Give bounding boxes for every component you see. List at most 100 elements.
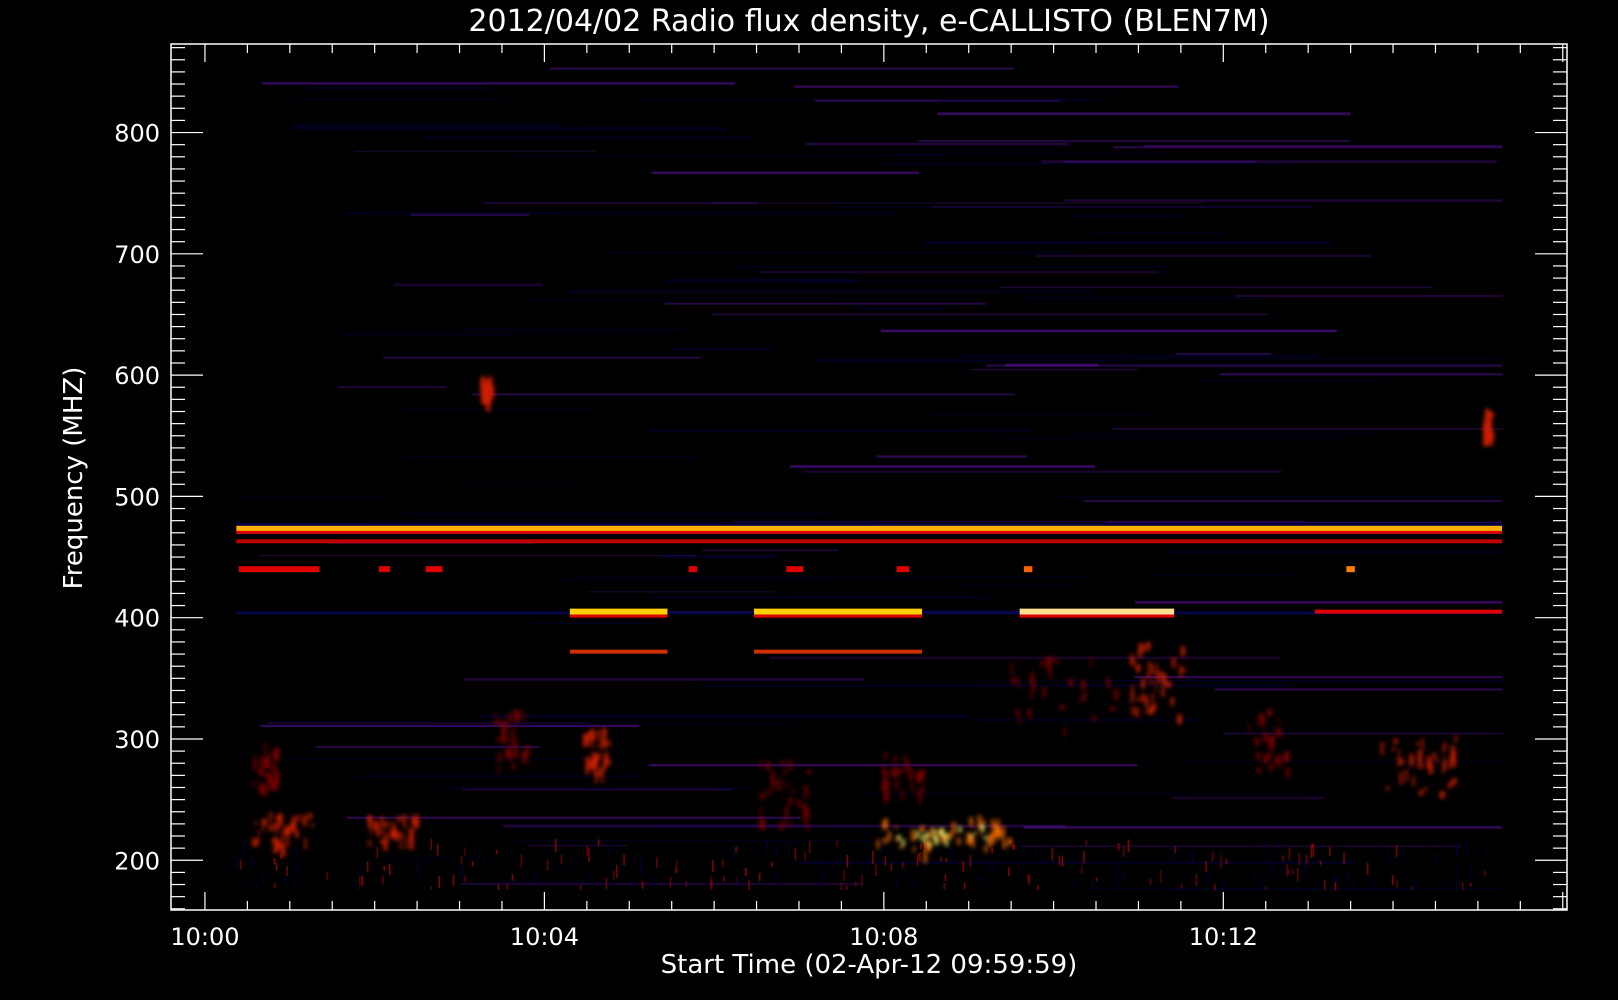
top-speckle	[246, 878, 249, 886]
top-speckle	[1334, 875, 1337, 881]
noise-streak	[463, 678, 865, 681]
burst-pixel	[497, 766, 500, 774]
top-speckle	[613, 870, 615, 880]
y-tick-label: 500	[114, 483, 160, 511]
burst-peak	[940, 827, 945, 835]
noise-streak	[262, 82, 735, 85]
noise-streak	[1022, 297, 1259, 300]
top-speckle	[669, 876, 672, 888]
noise-streak	[1071, 214, 1184, 218]
burst-pixel	[598, 743, 602, 749]
top-speckle	[1456, 844, 1459, 858]
burst-pixel	[783, 820, 788, 827]
noise-streak	[883, 162, 1291, 165]
burst-pixel	[254, 754, 257, 766]
burst-pixel	[397, 815, 402, 822]
burst-pixel	[1091, 715, 1096, 721]
burst-pixel	[783, 769, 786, 777]
top-speckle	[1395, 845, 1398, 857]
burst-pixel	[404, 837, 407, 850]
top-speckle	[376, 847, 378, 859]
top-speckle	[558, 862, 561, 869]
top-speckle	[1013, 844, 1016, 850]
burst-pixel	[1147, 646, 1150, 652]
burst-pixel	[895, 825, 898, 830]
noise-streak	[734, 265, 1170, 269]
noise-streak	[340, 333, 513, 336]
top-speckle	[1264, 852, 1267, 859]
burst-pixel	[909, 774, 913, 781]
top-speckle	[1072, 879, 1075, 890]
top-speckle	[986, 878, 988, 890]
burst-pixel	[380, 839, 384, 845]
burst-pixel	[494, 720, 498, 725]
noise-streak	[383, 357, 701, 359]
top-speckle	[1027, 874, 1030, 881]
burst-pixel	[274, 828, 279, 834]
burst-pixel	[381, 830, 386, 836]
top-speckle	[546, 859, 549, 871]
burst-pixel	[511, 727, 515, 737]
top-speckle	[286, 866, 288, 876]
interference-line	[569, 649, 668, 654]
noise-streak	[422, 136, 752, 140]
noise-streak	[400, 408, 592, 411]
top-speckle	[1180, 884, 1183, 889]
burst-peak	[958, 826, 962, 833]
top-speckle	[1051, 848, 1053, 861]
top-speckle	[1386, 850, 1388, 856]
top-speckle	[745, 867, 747, 877]
burst-pixel	[1278, 758, 1282, 769]
noise-streak	[711, 202, 1202, 204]
burst-pixel	[807, 768, 812, 775]
top-speckle	[1061, 856, 1064, 867]
noise-streak	[1147, 574, 1293, 576]
top-speckle	[1374, 876, 1376, 888]
burst-pixel	[1155, 671, 1161, 684]
top-speckle	[675, 860, 678, 873]
x-axis-label: Start Time (02-Apr-12 09:59:59)	[661, 950, 1078, 980]
burst-pixel	[1409, 754, 1414, 766]
interference-line	[754, 649, 923, 654]
burst-pixel	[951, 822, 956, 835]
x-tick-label: 10:04	[510, 923, 579, 951]
top-speckle	[1435, 852, 1437, 865]
top-speckle	[495, 849, 498, 855]
burst-pixel	[921, 770, 924, 783]
burst-pixel	[916, 789, 922, 796]
top-speckle	[712, 860, 714, 873]
top-speckle	[735, 846, 737, 853]
burst-pixel	[1151, 693, 1155, 702]
top-speckle	[1085, 839, 1088, 846]
freq-marker	[1346, 566, 1355, 573]
top-speckle	[239, 860, 242, 870]
burst-pixel	[1148, 706, 1154, 715]
top-speckle	[1034, 848, 1037, 857]
noise-streak	[1059, 495, 1502, 498]
burst-pixel	[1270, 747, 1273, 753]
noise-streak	[1001, 436, 1350, 439]
burst-pixel	[394, 828, 397, 834]
top-speckle	[1311, 843, 1314, 849]
noise-streak	[292, 124, 564, 127]
burst-pixel	[1079, 696, 1082, 703]
burst-pixel	[409, 836, 413, 842]
burst-pixel	[974, 829, 977, 836]
burst-pixel	[280, 846, 285, 857]
burst-pixel	[1489, 430, 1495, 439]
top-speckle	[1116, 877, 1119, 889]
top-speckle	[381, 875, 384, 884]
burst-pixel	[310, 823, 315, 828]
burst-pixel	[991, 832, 996, 845]
burst-pixel	[508, 752, 512, 761]
freq-marker	[1023, 566, 1033, 573]
burst-peak	[944, 840, 949, 846]
top-speckle	[717, 842, 719, 850]
noise-streak	[1000, 286, 1432, 289]
top-speckle	[1396, 880, 1398, 888]
burst-pixel	[1489, 412, 1495, 418]
top-speckle	[589, 869, 591, 882]
top-speckle	[867, 856, 870, 869]
burst-pixel	[1419, 790, 1424, 796]
top-speckle	[655, 856, 658, 869]
